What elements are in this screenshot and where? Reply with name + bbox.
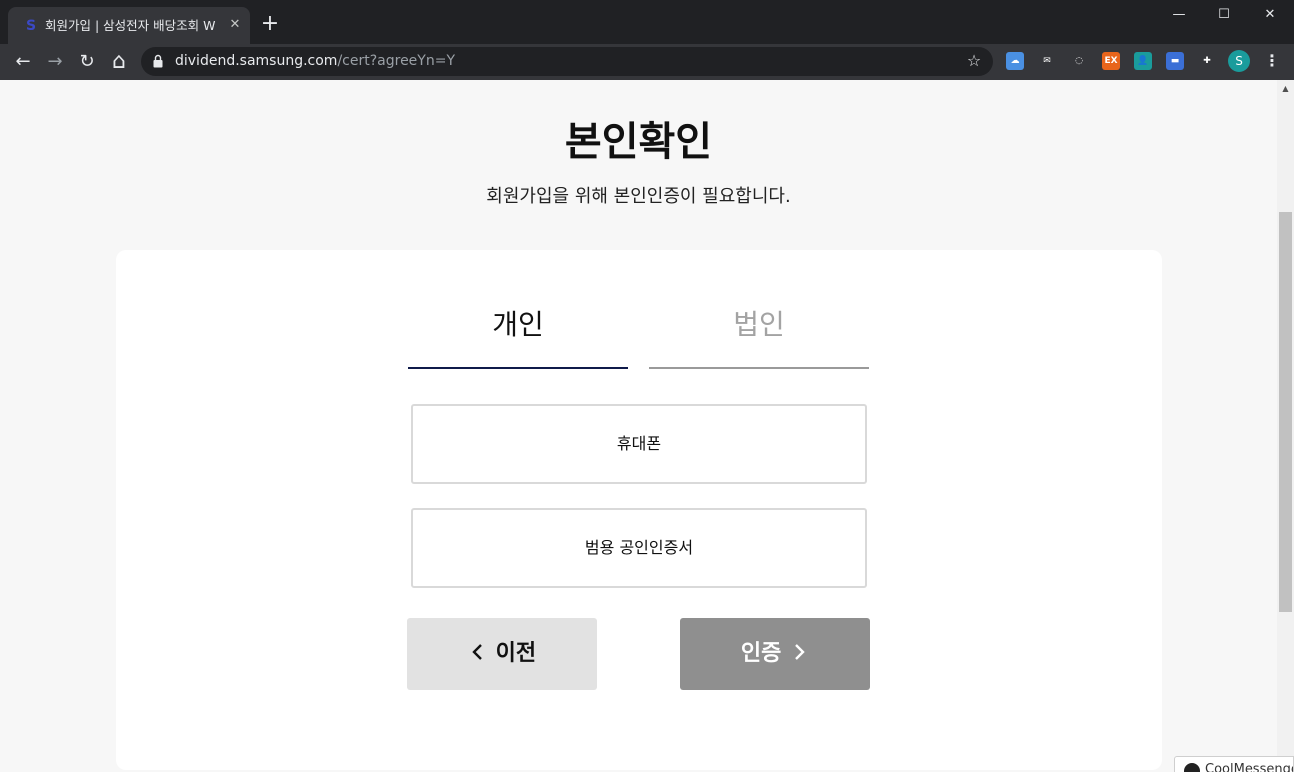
forward-button[interactable]: → (42, 49, 68, 75)
browser-tab-bar: S 회원가입 | 삼성전자 배당조회 W ✕ + — ☐ ✕ (0, 0, 1294, 44)
bookmark-star-icon[interactable]: ☆ (964, 51, 984, 71)
page-title: 본인확인 (564, 119, 713, 165)
puzzle-extension-icon[interactable]: ✚ (1198, 52, 1216, 70)
reload-button[interactable]: ↻ (74, 49, 100, 75)
lock-icon (153, 54, 163, 68)
public-certificate-auth-button[interactable]: 범용 공인인증서 (411, 508, 867, 588)
browser-menu-icon[interactable]: ⋮ (1262, 50, 1282, 72)
coolmessenger-popup[interactable]: CoolMessenger (1174, 756, 1294, 772)
home-button[interactable]: ⌂ (106, 49, 132, 75)
shield-extension-icon[interactable]: ◌ (1070, 52, 1088, 70)
tab-corporate[interactable]: 법인 (649, 300, 869, 369)
profile-avatar[interactable]: S (1228, 50, 1250, 72)
back-button[interactable]: ← (10, 49, 36, 75)
prev-button-label: 이전 (495, 641, 537, 666)
contact-extension-icon[interactable]: 👤 (1134, 52, 1152, 70)
tab-close-icon[interactable]: ✕ (226, 16, 244, 34)
url-path: /cert?agreeYn=Y (337, 53, 456, 69)
chevron-left-icon (472, 644, 482, 660)
window-extension-icon[interactable]: ▬ (1166, 52, 1184, 70)
maximize-button[interactable]: ☐ (1201, 0, 1247, 30)
samsung-favicon-icon: S (25, 18, 37, 34)
prev-button[interactable]: 이전 (407, 618, 597, 690)
scrollbar-thumb[interactable] (1279, 212, 1292, 612)
ex-extension-icon[interactable]: EX (1102, 52, 1120, 70)
tab-title: 회원가입 | 삼성전자 배당조회 W (45, 18, 216, 33)
coolmessenger-label: CoolMessenger (1205, 762, 1293, 772)
browser-toolbar: ← → ↻ ⌂ dividend.samsung.com/cert?agreeY… (0, 44, 1294, 80)
scroll-up-arrow-icon[interactable]: ▲ (1277, 80, 1294, 97)
certify-button-label: 인증 (740, 641, 782, 666)
tab-individual[interactable]: 개인 (408, 300, 628, 369)
minimize-button[interactable]: — (1156, 0, 1202, 30)
new-tab-button[interactable]: + (258, 12, 282, 36)
chevron-right-icon (795, 644, 805, 660)
url-host: dividend.samsung.com (175, 53, 338, 69)
address-bar[interactable]: dividend.samsung.com/cert?agreeYn=Y ☆ (141, 47, 993, 76)
mail-extension-icon[interactable]: ✉ (1038, 52, 1056, 70)
url-text: dividend.samsung.com/cert?agreeYn=Y (175, 52, 455, 71)
certify-button[interactable]: 인증 (680, 618, 870, 690)
mobile-phone-auth-button[interactable]: 휴대폰 (411, 404, 867, 484)
coolmessenger-icon (1184, 763, 1200, 772)
page-subtitle: 회원가입을 위해 본인인증이 필요합니다. (486, 186, 791, 207)
browser-tab[interactable]: S 회원가입 | 삼성전자 배당조회 W ✕ (8, 7, 250, 44)
window-close-button[interactable]: ✕ (1247, 0, 1293, 30)
cloud-extension-icon[interactable]: ☁ (1006, 52, 1024, 70)
